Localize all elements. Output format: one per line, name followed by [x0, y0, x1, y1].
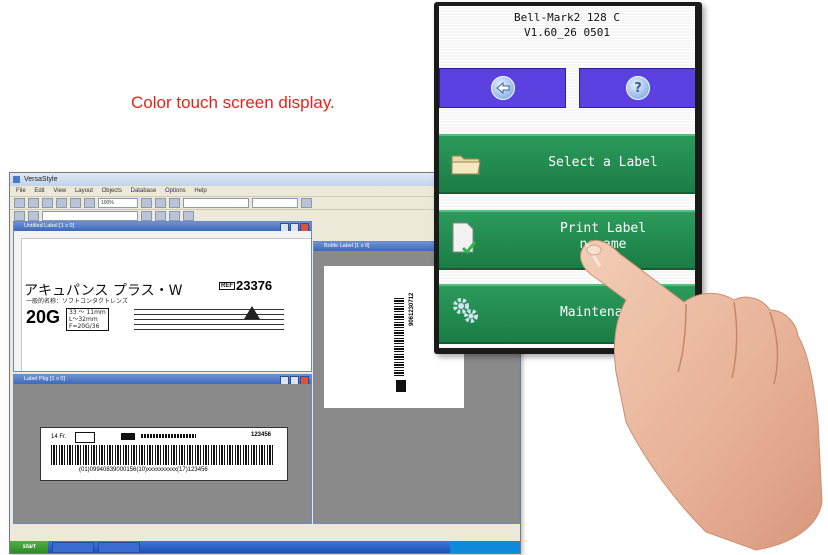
menu-file[interactable]: File	[16, 188, 26, 194]
barcode-label: 14 Fr. 123456 (01)09940839000156(10)xxxx…	[40, 427, 288, 481]
pointing-hand	[580, 239, 823, 551]
ref-badge	[396, 380, 406, 392]
gauge: 20G	[26, 307, 61, 327]
window-title: Untitled Label [1 x 0]	[14, 222, 311, 232]
window-title: Label Pkg [1 x 0]	[14, 375, 311, 385]
help-button[interactable]: ?	[579, 68, 695, 108]
label-window-2[interactable]: Label Pkg [1 x 0] 14 Fr. 123456 (01)0994…	[13, 374, 312, 524]
app-icon	[13, 176, 20, 183]
menu-help[interactable]: Help	[194, 188, 206, 194]
taskbar: start	[10, 541, 520, 553]
ref-number: 23376	[236, 278, 273, 293]
warning-icon	[244, 306, 260, 319]
size-info: 33 〜 11mm L〜32mm F=20G/36	[66, 308, 109, 331]
zoom-out-icon[interactable]	[155, 198, 166, 208]
start-button[interactable]: start	[10, 541, 48, 553]
label-fine-print	[134, 308, 284, 330]
barcode-tool-icon[interactable]	[141, 211, 152, 221]
product-name: アキュパンス プラス・W	[24, 283, 183, 299]
menu-options[interactable]: Options	[165, 188, 186, 194]
rect-tool-icon[interactable]	[169, 211, 180, 221]
product-subtitle: 一般的名称：ソフトコンタクトレンズ	[26, 298, 128, 305]
app-title: VersaStyle	[24, 176, 58, 183]
lot-number: 123456	[251, 432, 272, 438]
gears-icon	[453, 298, 478, 323]
menu-objects[interactable]: Objects	[102, 188, 122, 194]
barcode	[51, 445, 275, 465]
select-label-text: Select a Label	[548, 155, 658, 170]
open-icon[interactable]	[28, 198, 39, 208]
ref-badge: REF	[219, 282, 235, 290]
menu-view[interactable]: View	[53, 188, 66, 194]
taskbar-item[interactable]	[98, 541, 140, 553]
text-tool-icon[interactable]	[28, 211, 39, 221]
back-button[interactable]	[439, 68, 566, 108]
caption: Color touch screen display.	[131, 93, 335, 112]
line-tool-icon[interactable]	[155, 211, 166, 221]
redo-icon[interactable]	[84, 198, 95, 208]
select-label-button[interactable]: Select a Label	[439, 134, 695, 194]
label-window-1[interactable]: Untitled Label [1 x 0] アキュパンス プラス・W REF …	[13, 221, 312, 372]
folder-icon	[451, 155, 481, 175]
zoom-select[interactable]: 100%	[98, 198, 138, 208]
bold-icon[interactable]	[301, 198, 312, 208]
menu-layout[interactable]: Layout	[75, 188, 93, 194]
device-header: Bell-Mark2 128 C V1.60_26 0501	[439, 10, 695, 40]
save-icon[interactable]	[42, 198, 53, 208]
taskbar-item[interactable]	[52, 541, 94, 553]
device-model: Bell-Mark2 128 C	[514, 11, 620, 24]
undo-icon[interactable]	[70, 198, 81, 208]
vertical-code: 9061230712	[409, 292, 415, 326]
menu-edit[interactable]: Edit	[34, 188, 44, 194]
new-icon[interactable]	[14, 198, 25, 208]
print-icon[interactable]	[56, 198, 67, 208]
menu-database[interactable]: Database	[131, 188, 157, 194]
font-select[interactable]	[183, 198, 249, 208]
fit-icon[interactable]	[169, 198, 180, 208]
vertical-ruler	[14, 238, 22, 371]
vertical-barcode	[394, 296, 404, 376]
image-tool-icon[interactable]	[183, 211, 194, 221]
system-tray	[450, 541, 520, 553]
datasource-select[interactable]	[42, 211, 138, 221]
zoom-in-icon[interactable]	[141, 198, 152, 208]
help-question-icon: ?	[626, 76, 650, 100]
barcode-text: (01)09940839000156(10)xxxxxxxxxx(17)1234…	[79, 467, 208, 473]
back-arrow-icon	[490, 76, 515, 100]
ref-badge	[121, 433, 135, 440]
firmware-version: V1.60_26 0501	[523, 26, 611, 39]
lot-field	[141, 434, 196, 438]
horizontal-ruler	[14, 231, 311, 239]
select-tool-icon[interactable]	[14, 211, 25, 221]
icon-box	[75, 432, 95, 443]
size-select[interactable]	[252, 198, 298, 208]
document-check-icon	[452, 222, 477, 255]
count-text: 14 Fr.	[51, 434, 67, 440]
